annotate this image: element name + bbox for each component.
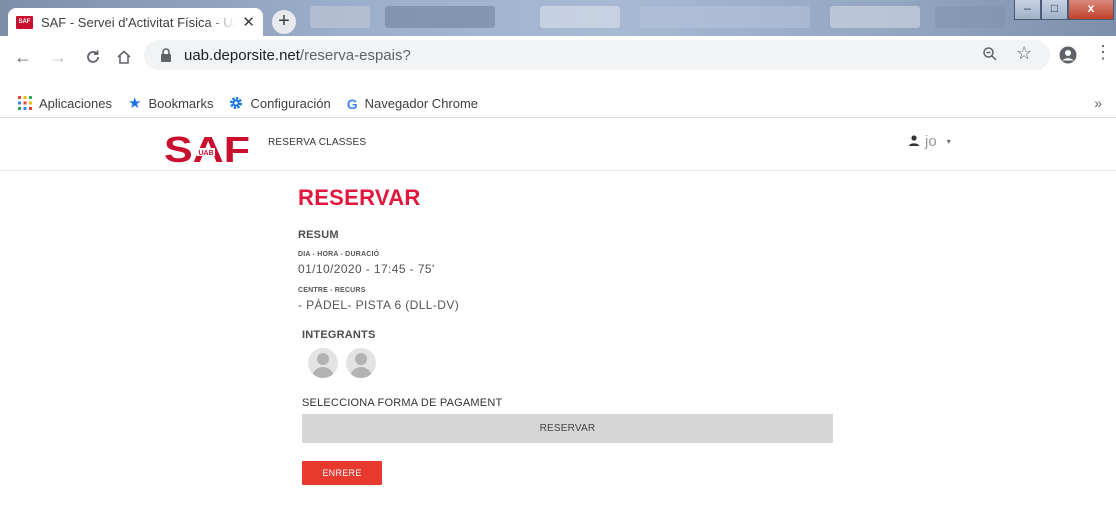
lock-icon bbox=[161, 48, 171, 62]
google-icon: G bbox=[346, 95, 358, 112]
url-path: /reserva-espais? bbox=[299, 46, 411, 64]
reload-icon[interactable] bbox=[80, 44, 106, 70]
datetime-value: 01/10/2020 - 17:45 - 75' bbox=[298, 262, 435, 276]
reserve-button[interactable]: RESERVAR bbox=[302, 414, 833, 443]
maximize-window-button[interactable]: □ bbox=[1041, 0, 1068, 20]
profile-icon[interactable] bbox=[1059, 46, 1077, 69]
bookmark-configuracion[interactable]: Configuración bbox=[229, 96, 331, 112]
settings-gear-icon bbox=[229, 96, 243, 112]
close-tab-icon[interactable]: ✕ bbox=[242, 15, 255, 30]
bookmark-label: Bookmarks bbox=[148, 96, 214, 111]
tab-active[interactable]: SAF SAF - Servei d'Activitat Física - UA… bbox=[8, 8, 263, 36]
svg-text:UAB: UAB bbox=[199, 150, 214, 157]
address-bar[interactable]: uab.deporsite.net/reserva-espais? bbox=[144, 40, 1050, 70]
saf-uab-logo[interactable]: SAF UAB bbox=[164, 129, 250, 170]
payment-heading: SELECCIONA FORMA DE PAGAMENT bbox=[302, 397, 503, 409]
new-tab-button[interactable]: + bbox=[272, 10, 296, 34]
reservation-panel: RESERVAR RESUM DIA - HORA - DURACIÓ 01/1… bbox=[288, 171, 848, 510]
datetime-label: DIA - HORA - DURACIÓ bbox=[298, 251, 380, 258]
site-header: SAF UAB RESERVA CLASSES jo ▾ bbox=[0, 119, 1116, 171]
browser-toolbar: ← → uab.deporsite.net/reserva-espais? ☆ … bbox=[0, 36, 1116, 90]
members-heading: INTEGRANTS bbox=[302, 329, 376, 341]
saf-favicon-icon: SAF bbox=[16, 15, 33, 29]
minimize-window-button[interactable]: – bbox=[1014, 0, 1041, 20]
user-menu[interactable]: jo ▾ bbox=[909, 133, 951, 150]
bookmark-aplicaciones[interactable]: Aplicaciones bbox=[18, 95, 112, 112]
tab-title: SAF - Servei d'Activitat Física - UAB bbox=[40, 14, 237, 30]
summary-heading: RESUM bbox=[298, 229, 339, 241]
caret-down-icon: ▾ bbox=[946, 137, 951, 146]
zoom-icon[interactable] bbox=[982, 46, 998, 67]
nav-reserva-classes[interactable]: RESERVA CLASSES bbox=[268, 137, 366, 148]
back-arrow-icon[interactable]: ← bbox=[10, 44, 36, 70]
browser-window: SAF SAF - Servei d'Activitat Física - UA… bbox=[0, 0, 1116, 510]
resource-value: - PÀDEL- PISTA 6 (DLL-DV) bbox=[298, 298, 460, 312]
back-button[interactable]: ENRERE bbox=[302, 461, 382, 485]
user-name: jo bbox=[925, 133, 937, 150]
tab-strip: SAF SAF - Servei d'Activitat Física - UA… bbox=[0, 0, 1116, 36]
bookmark-label: Configuración bbox=[250, 96, 331, 111]
resource-label: CENTRE - RECURS bbox=[298, 287, 366, 294]
user-avatar-icon[interactable] bbox=[346, 348, 376, 378]
menu-kebab-icon[interactable]: ⋮ bbox=[1094, 43, 1112, 61]
user-icon bbox=[909, 134, 919, 149]
url-domain: uab.deporsite.net bbox=[184, 46, 300, 64]
bookmark-label: Aplicaciones bbox=[39, 96, 112, 111]
apps-grid-icon bbox=[18, 95, 32, 112]
bookmarks-bar: Aplicaciones ★ Bookmarks Configuración G… bbox=[0, 90, 1116, 118]
page-title: RESERVAR bbox=[298, 185, 421, 210]
user-avatar-icon[interactable] bbox=[308, 348, 338, 378]
close-window-button[interactable]: x bbox=[1068, 0, 1114, 20]
bookmark-bookmarks[interactable]: ★ Bookmarks bbox=[128, 94, 214, 112]
bookmark-star-icon[interactable]: ☆ bbox=[1016, 44, 1032, 62]
home-icon[interactable] bbox=[111, 44, 137, 70]
bookmark-label: Navegador Chrome bbox=[364, 96, 479, 111]
more-bookmarks-icon[interactable]: » bbox=[1094, 95, 1102, 111]
star-icon: ★ bbox=[128, 94, 142, 112]
forward-arrow-icon[interactable]: → bbox=[45, 44, 71, 70]
bookmark-navegador-chrome[interactable]: G Navegador Chrome bbox=[347, 96, 478, 111]
